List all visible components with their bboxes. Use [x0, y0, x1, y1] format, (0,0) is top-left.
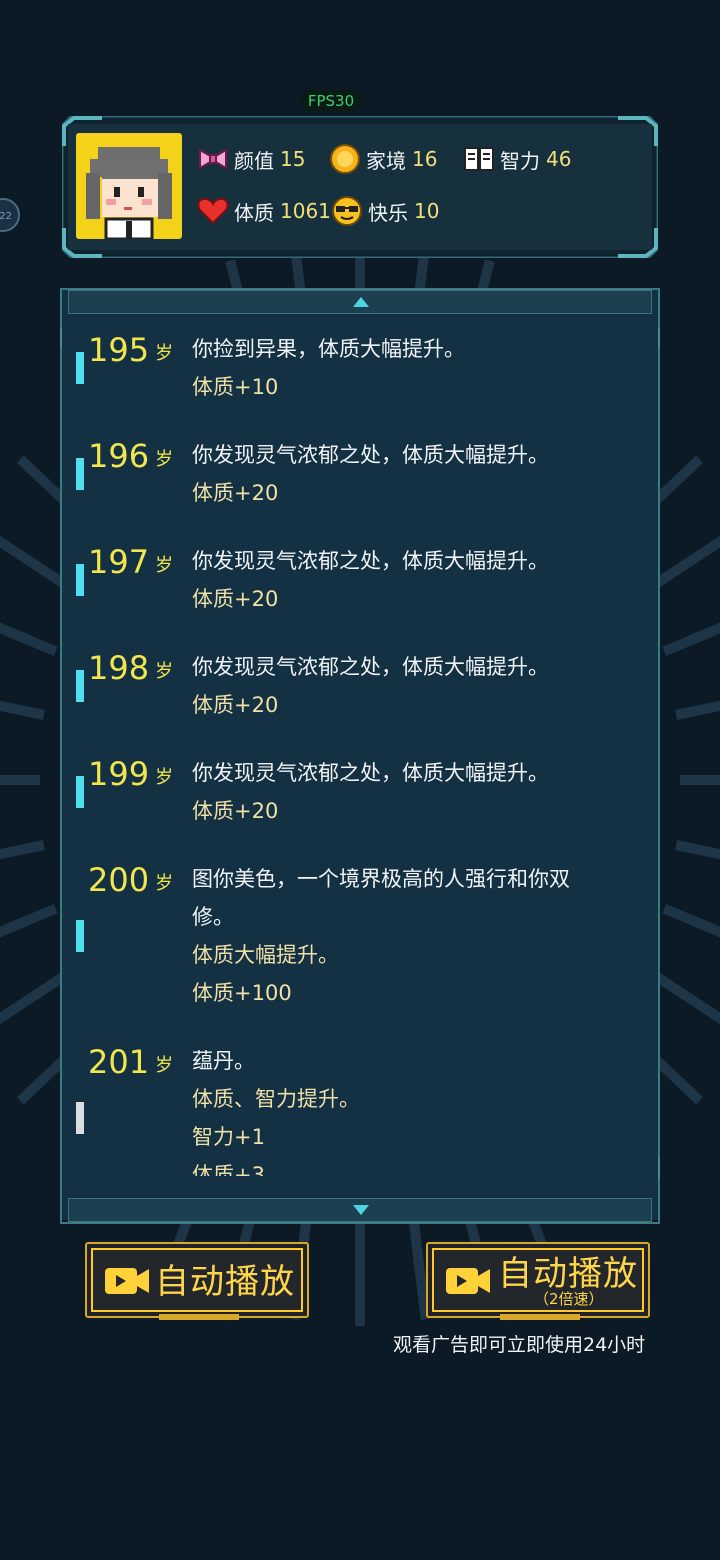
entry-effect: 体质+20: [192, 799, 279, 823]
entry-age: 201 岁: [88, 1043, 174, 1081]
book-icon: [464, 147, 494, 171]
avatar[interactable]: [76, 133, 182, 241]
bow-icon: [199, 148, 227, 170]
video-camera-icon: [105, 1268, 149, 1294]
entry-effect: 体质+20: [192, 481, 279, 505]
video-camera-icon: [446, 1268, 490, 1294]
stat-family: 家境 16: [328, 142, 437, 176]
coin-icon: [330, 144, 360, 174]
entry-text: 你发现灵气浓郁之处，体质大幅提升。: [192, 761, 549, 785]
stat-constitution: 体质 1061: [196, 194, 331, 228]
sunglasses-face-icon: [332, 196, 362, 226]
entry-effect: 体质+10: [192, 375, 279, 399]
stat-label: 快乐: [368, 200, 408, 225]
triangle-up-icon: [353, 297, 369, 307]
stat-value: 1061: [280, 199, 331, 223]
entry-marker: [76, 458, 84, 490]
entry-text: 你发现灵气浓郁之处，体质大幅提升。: [192, 443, 549, 467]
speed-label: （2倍速）: [534, 1290, 604, 1308]
triangle-down-icon: [353, 1205, 369, 1215]
stat-appearance: 颜值 15: [196, 142, 305, 176]
entry-marker: [76, 352, 84, 384]
entry-effect: 体质+100: [192, 981, 292, 1005]
stat-happiness: 快乐 10: [330, 194, 439, 228]
entry-marker: [76, 920, 84, 952]
stat-value: 46: [546, 147, 572, 171]
entry-age: 200 岁: [88, 861, 174, 899]
entry-marker: [76, 564, 84, 596]
auto-play-2x-button[interactable]: 自动播放 （2倍速）: [426, 1242, 650, 1320]
stat-value: 16: [412, 147, 438, 171]
pixel-girl-icon: [86, 147, 172, 241]
entry-effect: 体质、智力提升。: [192, 1087, 360, 1111]
entry-marker: [76, 670, 84, 702]
heart-icon: [197, 197, 229, 225]
entry-text: 你发现灵气浓郁之处，体质大幅提升。: [192, 549, 549, 573]
entry-text: 你捡到异果，体质大幅提升。: [192, 337, 465, 361]
entry-age: 198 岁: [88, 649, 174, 687]
entry-marker: [76, 776, 84, 808]
entry-age: 199 岁: [88, 755, 174, 793]
entry-text: 修。: [192, 905, 234, 929]
entry-age: 197 岁: [88, 543, 174, 581]
entry-text: 蕴丹。: [192, 1049, 255, 1073]
stat-label: 智力: [500, 148, 540, 173]
entry-effect: 体质+20: [192, 587, 279, 611]
stat-value: 15: [280, 147, 306, 171]
fps-counter: FPS30: [300, 90, 362, 112]
entry-text: 图你美色，一个境界极高的人强行和你双: [192, 867, 570, 891]
stat-label: 颜值: [234, 148, 274, 173]
entry-effect: 体质+20: [192, 693, 279, 717]
stat-intelligence: 智力 46: [462, 142, 571, 176]
entry-effect: 智力+1: [192, 1125, 265, 1149]
stat-label: 家境: [366, 148, 406, 173]
entry-effect: 体质+3: [192, 1163, 265, 1176]
scroll-down-button[interactable]: [68, 1198, 652, 1222]
stat-label: 体质: [234, 200, 274, 225]
auto-play-label: 自动播放: [155, 1262, 295, 1302]
log-list[interactable]: 195 岁 你捡到异果，体质大幅提升。 体质+10 196 岁 你发现灵气浓郁之处，…: [62, 318, 658, 1176]
entry-age: 195 岁: [88, 331, 174, 369]
entry-marker: [76, 1102, 84, 1134]
entry-text: 你发现灵气浓郁之处，体质大幅提升。: [192, 655, 549, 679]
stat-value: 10: [414, 199, 440, 223]
auto-play-button[interactable]: 自动播放: [85, 1242, 309, 1320]
entry-age: 196 岁: [88, 437, 174, 475]
scroll-up-button[interactable]: [68, 290, 652, 314]
entry-effect: 体质大幅提升。: [192, 943, 339, 967]
ad-note: 观看广告即可立即使用24小时: [393, 1334, 646, 1356]
